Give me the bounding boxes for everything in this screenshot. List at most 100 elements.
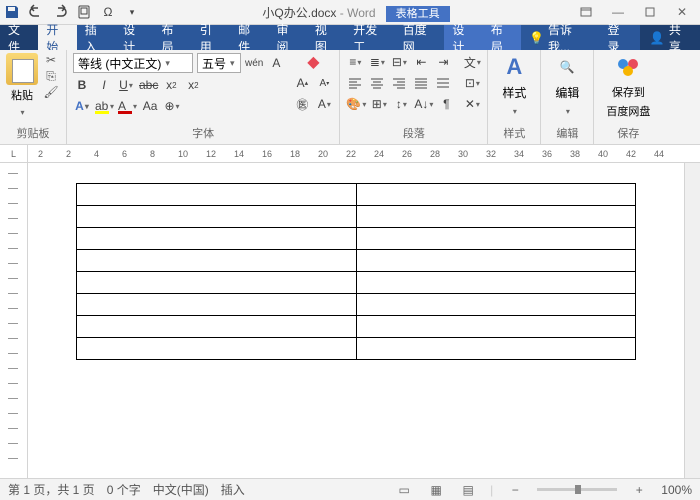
table-row[interactable] bbox=[77, 250, 636, 272]
table-cell[interactable] bbox=[356, 184, 636, 206]
share-button[interactable]: 👤共享 bbox=[640, 25, 700, 50]
clear-format-icon[interactable]: ◆ bbox=[293, 53, 333, 71]
grow-font-icon[interactable]: A▴ bbox=[293, 74, 311, 92]
table-row[interactable] bbox=[77, 206, 636, 228]
italic-button[interactable]: I bbox=[95, 76, 113, 94]
align-right-icon[interactable] bbox=[390, 74, 408, 92]
numbering-icon[interactable]: ≣ bbox=[368, 53, 386, 71]
status-insert-mode[interactable]: 插入 bbox=[221, 481, 245, 498]
subscript-button[interactable]: x2 bbox=[162, 76, 180, 94]
styles-button[interactable]: 样式 bbox=[502, 84, 526, 101]
horizontal-ruler[interactable]: L 22468101214161820222426283032343638404… bbox=[0, 145, 700, 163]
tab-design[interactable]: 设计 bbox=[115, 25, 153, 50]
bold-button[interactable]: B bbox=[73, 76, 91, 94]
increase-indent-icon[interactable]: ⇥ bbox=[434, 53, 452, 71]
table-cell[interactable] bbox=[77, 272, 357, 294]
table-row[interactable] bbox=[77, 272, 636, 294]
table-cell[interactable] bbox=[77, 250, 357, 272]
tab-table-design[interactable]: 设计 bbox=[444, 25, 482, 50]
table-cell[interactable] bbox=[77, 316, 357, 338]
tab-insert[interactable]: 插入 bbox=[77, 25, 115, 50]
enclose-char-icon[interactable]: ㊩ bbox=[293, 95, 311, 113]
tab-developer[interactable]: 开发工 bbox=[345, 25, 395, 50]
table-cell[interactable] bbox=[77, 294, 357, 316]
align-center-icon[interactable] bbox=[368, 74, 386, 92]
close-icon[interactable]: ✕ bbox=[668, 2, 696, 22]
status-words[interactable]: 0 个字 bbox=[107, 481, 141, 498]
cut-icon[interactable]: ✂ bbox=[42, 53, 60, 67]
web-layout-icon[interactable]: ▤ bbox=[458, 482, 478, 498]
table-cell[interactable] bbox=[356, 316, 636, 338]
para-settings-icon[interactable]: ✕ bbox=[463, 95, 481, 113]
styles-icon[interactable]: A bbox=[500, 53, 528, 81]
login-button[interactable]: 登录 bbox=[598, 25, 640, 50]
text-effects-icon[interactable]: A bbox=[73, 97, 91, 115]
copy-icon[interactable]: ⎘ bbox=[42, 69, 60, 83]
table-cell[interactable] bbox=[356, 206, 636, 228]
font-settings-icon[interactable]: A bbox=[315, 95, 333, 113]
table-cell[interactable] bbox=[356, 272, 636, 294]
shrink-font-icon[interactable]: A▾ bbox=[315, 74, 333, 92]
font-color-icon[interactable]: A bbox=[118, 97, 137, 115]
align-left-icon[interactable] bbox=[346, 74, 364, 92]
save-cloud-button2[interactable]: 百度网盘 bbox=[606, 103, 650, 119]
strikethrough-button[interactable]: abc bbox=[139, 76, 158, 94]
status-language[interactable]: 中文(中国) bbox=[153, 481, 209, 498]
maximize-icon[interactable] bbox=[636, 2, 664, 22]
page-canvas[interactable] bbox=[28, 163, 684, 478]
editing-dropdown[interactable] bbox=[558, 104, 576, 118]
format-painter-icon[interactable]: 🖌 bbox=[42, 85, 60, 99]
table-cell[interactable] bbox=[356, 228, 636, 250]
paste-icon[interactable] bbox=[6, 53, 38, 85]
zoom-slider[interactable] bbox=[537, 488, 617, 491]
change-case-icon[interactable]: Aa bbox=[141, 97, 159, 115]
omega-icon[interactable]: Ω bbox=[100, 4, 116, 20]
text-direction-icon[interactable]: 文 bbox=[463, 53, 481, 71]
table-row[interactable] bbox=[77, 294, 636, 316]
print-layout-icon[interactable]: ▦ bbox=[426, 482, 446, 498]
tab-file[interactable]: 文件 bbox=[0, 25, 38, 50]
table-cell[interactable] bbox=[77, 228, 357, 250]
zoom-in-icon[interactable]: + bbox=[629, 482, 649, 498]
justify-icon[interactable] bbox=[412, 74, 430, 92]
show-marks-icon[interactable]: ¶ bbox=[437, 95, 455, 113]
table-cell[interactable] bbox=[356, 338, 636, 360]
underline-button[interactable]: U bbox=[117, 76, 135, 94]
undo-icon[interactable] bbox=[28, 4, 44, 20]
sort-icon[interactable]: A↓ bbox=[414, 95, 433, 113]
ribbon-options-icon[interactable] bbox=[572, 2, 600, 22]
table-cell[interactable] bbox=[356, 294, 636, 316]
tab-layout[interactable]: 布局 bbox=[153, 25, 191, 50]
find-icon[interactable]: 🔍 bbox=[553, 53, 581, 81]
bullets-icon[interactable]: ≡ bbox=[346, 53, 364, 71]
ruler-corner[interactable]: L bbox=[0, 145, 28, 162]
qat-dropdown-icon[interactable]: ▾ bbox=[124, 4, 140, 20]
line-spacing-icon[interactable]: ↕ bbox=[392, 95, 410, 113]
redo-icon[interactable] bbox=[52, 4, 68, 20]
table-row[interactable] bbox=[77, 228, 636, 250]
table-row[interactable] bbox=[77, 184, 636, 206]
save-cloud-button[interactable]: 保存到 bbox=[612, 84, 645, 100]
table-cell[interactable] bbox=[77, 206, 357, 228]
phonetic-guide-icon[interactable]: wén bbox=[245, 54, 263, 72]
font-name-combo[interactable]: 等线 (中文正文)▾ bbox=[73, 53, 193, 73]
zoom-level[interactable]: 100% bbox=[661, 483, 692, 497]
char-shading-icon[interactable]: ⊕ bbox=[163, 97, 181, 115]
zoom-out-icon[interactable]: − bbox=[505, 482, 525, 498]
baidu-cloud-icon[interactable] bbox=[614, 53, 642, 81]
decrease-indent-icon[interactable]: ⇤ bbox=[412, 53, 430, 71]
tab-home[interactable]: 开始 bbox=[38, 25, 76, 50]
multilevel-list-icon[interactable]: ⊟ bbox=[390, 53, 408, 71]
font-size-combo[interactable]: 五号▾ bbox=[197, 53, 241, 73]
tab-view[interactable]: 视图 bbox=[307, 25, 345, 50]
highlight-icon[interactable]: ab bbox=[95, 97, 114, 115]
tab-baidu[interactable]: 百度网 bbox=[395, 25, 445, 50]
status-page[interactable]: 第 1 页，共 1 页 bbox=[8, 481, 95, 498]
tab-references[interactable]: 引用 bbox=[192, 25, 230, 50]
minimize-icon[interactable]: — bbox=[604, 2, 632, 22]
tab-review[interactable]: 审阅 bbox=[269, 25, 307, 50]
table-row[interactable] bbox=[77, 316, 636, 338]
shading-icon[interactable]: 🎨 bbox=[346, 95, 366, 113]
snap-to-grid-icon[interactable]: ⊡ bbox=[463, 74, 481, 92]
superscript-button[interactable]: x2 bbox=[184, 76, 202, 94]
